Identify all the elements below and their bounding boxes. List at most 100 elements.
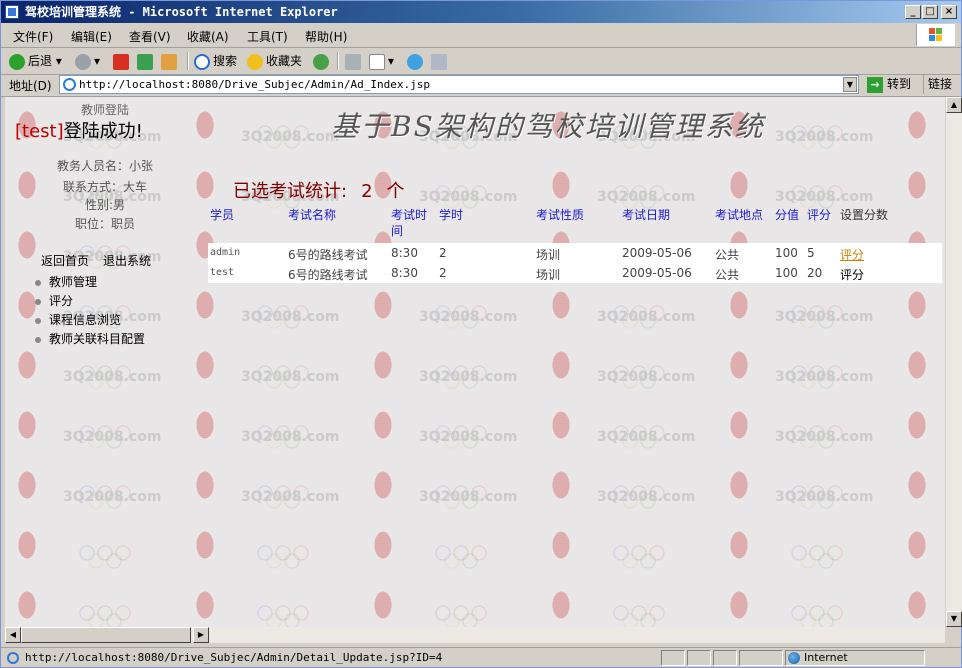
cell-date: 2009-05-06 bbox=[622, 246, 692, 260]
menu-edit[interactable]: 编辑(E) bbox=[71, 28, 112, 45]
page-banner: 基于BS架构的驾校培训管理系统 bbox=[331, 110, 765, 143]
menu-file[interactable]: 文件(F) bbox=[13, 28, 53, 45]
info-position: 职位：职员 bbox=[74, 217, 135, 231]
cell-student: test bbox=[210, 267, 235, 278]
windows-logo-icon bbox=[916, 24, 955, 46]
stat-label: 已选考试统计: bbox=[233, 181, 348, 202]
table-row: test 6号的路线考试 8:30 2 场训 2009-05-06 公共 100… bbox=[208, 263, 942, 283]
cell-score: 5 bbox=[807, 246, 815, 260]
watermark-text: 3Q2008.com bbox=[597, 369, 696, 385]
menu-bar: 文件(F) 编辑(E) 查看(V) 收藏(A) 工具(T) 帮助(H) bbox=[1, 23, 961, 48]
tool-bar: 后退 ▾ ▾ 搜索 收藏夹 ▾ bbox=[1, 48, 961, 75]
minimize-button[interactable]: _ bbox=[905, 5, 921, 19]
menu-course-browse[interactable]: 课程信息浏览 bbox=[35, 311, 145, 330]
col-place: 考试地点 bbox=[715, 208, 764, 222]
col-score: 评分 bbox=[807, 208, 832, 222]
watermark-text: 3Q2008.com bbox=[241, 309, 340, 325]
cell-value: 100 bbox=[775, 246, 798, 260]
home-button[interactable] bbox=[161, 52, 180, 70]
grade-link[interactable]: 评分 bbox=[840, 246, 864, 263]
status-pane bbox=[739, 650, 783, 666]
table-header: 学员 考试名称 考试时间 学时 考试性质 考试日期 考试地点 分值 评分 设置分… bbox=[208, 203, 942, 243]
table-row: admin 6号的路线考试 8:30 2 场训 2009-05-06 公共 10… bbox=[208, 243, 942, 263]
address-label: 地址(D) bbox=[9, 79, 52, 93]
watermark-text: 3Q2008.com bbox=[597, 489, 696, 505]
cell-value: 100 bbox=[775, 266, 798, 280]
edit-button[interactable]: ▾ bbox=[369, 52, 394, 70]
address-dropdown-icon[interactable]: ▼ bbox=[843, 77, 857, 92]
back-button[interactable]: 后退 ▾ bbox=[9, 52, 62, 70]
status-pane bbox=[687, 650, 711, 666]
security-zone: Internet bbox=[785, 650, 925, 666]
watermark-text: 3Q2008.com bbox=[241, 369, 340, 385]
watermark-text: 3Q2008.com bbox=[775, 309, 874, 325]
scroll-down-icon[interactable]: ▼ bbox=[946, 611, 962, 627]
back-arrow-icon bbox=[9, 53, 25, 70]
stat-unit: 个 bbox=[386, 181, 405, 202]
mail-button[interactable] bbox=[345, 52, 364, 70]
role-title: 教师登陆 bbox=[81, 103, 130, 117]
forward-button[interactable]: ▾ bbox=[75, 52, 100, 70]
horizontal-scrollbar[interactable]: ◀ ▶ bbox=[5, 627, 945, 643]
login-message: 登陆成功! bbox=[63, 121, 143, 142]
watermark-text: 3Q2008.com bbox=[419, 369, 518, 385]
watermark-text: 3Q2008.com bbox=[597, 429, 696, 445]
grade-link[interactable]: 评分 bbox=[840, 266, 864, 283]
discuss-button[interactable] bbox=[431, 52, 450, 70]
menu-view[interactable]: 查看(V) bbox=[129, 28, 171, 45]
watermark-text: 3Q2008.com bbox=[241, 429, 340, 445]
menu-teacher-subject-config[interactable]: 教师关联科目配置 bbox=[35, 330, 145, 349]
links-button[interactable]: 链接 bbox=[923, 75, 959, 94]
scroll-right-icon[interactable]: ▶ bbox=[193, 627, 209, 643]
status-url: http://localhost:8080/Drive_Subjec/Admin… bbox=[25, 651, 443, 664]
scroll-up-icon[interactable]: ▲ bbox=[946, 97, 962, 113]
edit-document-icon bbox=[369, 53, 385, 70]
stop-button[interactable] bbox=[113, 52, 132, 70]
status-pane bbox=[713, 650, 737, 666]
vertical-scrollbar[interactable]: ▲ ▼ bbox=[945, 97, 962, 627]
address-url[interactable]: http://localhost:8080/Drive_Subjec/Admin… bbox=[79, 77, 430, 93]
menu-help[interactable]: 帮助(H) bbox=[305, 28, 347, 45]
cell-place: 公共 bbox=[715, 248, 740, 262]
menu-tools[interactable]: 工具(T) bbox=[247, 28, 288, 45]
cell-student: admin bbox=[210, 247, 241, 258]
watermark-text: 3Q2008.com bbox=[419, 489, 518, 505]
history-button[interactable] bbox=[313, 52, 332, 70]
cell-date: 2009-05-06 bbox=[622, 266, 692, 280]
cell-hours: 2 bbox=[439, 266, 447, 280]
address-input[interactable]: http://localhost:8080/Drive_Subjec/Admin… bbox=[59, 75, 859, 94]
page-content: 3Q2008.com 3Q2008.com 3Q2008.com 3Q2008.com… bbox=[5, 97, 945, 627]
watermark-text: 3Q2008.com bbox=[419, 309, 518, 325]
maximize-button[interactable]: □ bbox=[922, 5, 938, 19]
home-link[interactable]: 返回首页 bbox=[41, 254, 89, 268]
scroll-left-icon[interactable]: ◀ bbox=[5, 627, 21, 643]
messenger-button[interactable] bbox=[407, 52, 426, 70]
cell-place: 公共 bbox=[715, 268, 740, 282]
watermark-text: 3Q2008.com bbox=[63, 369, 162, 385]
menu-favorites[interactable]: 收藏(A) bbox=[187, 28, 229, 45]
favorites-button[interactable]: 收藏夹 bbox=[247, 52, 302, 70]
refresh-icon bbox=[137, 53, 153, 70]
status-bar: http://localhost:8080/Drive_Subjec/Admin… bbox=[1, 647, 961, 668]
search-button[interactable]: 搜索 bbox=[194, 52, 237, 70]
info-contact: 联系方式：大车 bbox=[62, 180, 147, 194]
go-button[interactable]: → 转到 bbox=[867, 75, 921, 94]
discuss-icon bbox=[431, 53, 447, 70]
col-hours: 学时 bbox=[439, 208, 464, 222]
close-button[interactable]: × bbox=[941, 5, 957, 19]
cell-nature: 场训 bbox=[536, 268, 561, 282]
menu-grading[interactable]: 评分 bbox=[35, 292, 145, 311]
logout-link[interactable]: 退出系统 bbox=[103, 254, 151, 268]
globe-icon bbox=[788, 652, 800, 664]
home-icon bbox=[161, 53, 177, 70]
cell-score: 20 bbox=[807, 266, 823, 280]
menu-teacher-management[interactable]: 教师管理 bbox=[35, 273, 145, 292]
horizontal-scroll-thumb[interactable] bbox=[21, 627, 191, 643]
refresh-button[interactable] bbox=[137, 52, 156, 70]
go-arrow-icon: → bbox=[867, 76, 883, 93]
cell-hours: 2 bbox=[439, 246, 447, 260]
star-icon bbox=[247, 53, 263, 70]
mail-icon bbox=[345, 53, 361, 70]
login-status: [test]登陆成功! bbox=[15, 117, 143, 143]
col-exam-name: 考试名称 bbox=[288, 208, 337, 222]
